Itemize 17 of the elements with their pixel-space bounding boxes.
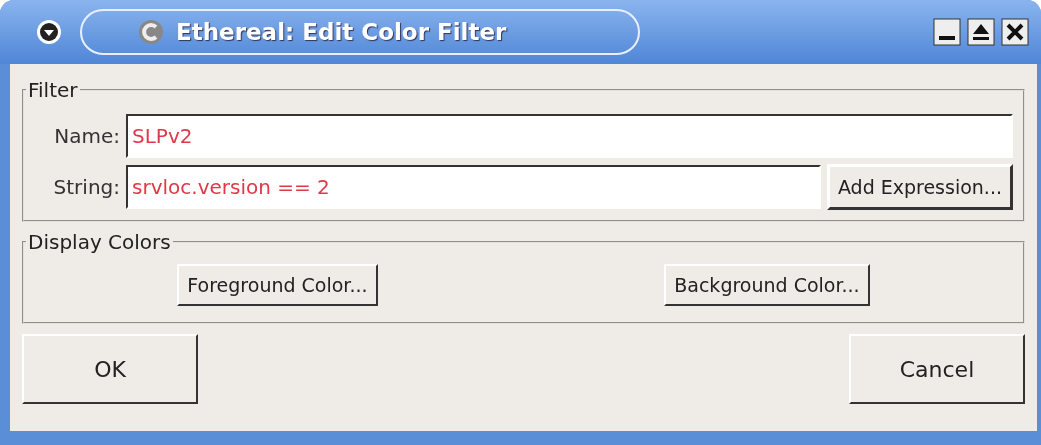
filter-string-field[interactable]: srvloc.version == 2 [126, 165, 821, 209]
name-field[interactable]: SLPv2 [126, 114, 1013, 158]
window-title: Ethereal: Edit Color Filter [176, 19, 507, 45]
field-label: Name: [53, 124, 120, 148]
color-button[interactable]: Foreground Color... [177, 264, 378, 306]
maximize-icon[interactable] [967, 18, 995, 46]
group-label: Display Colors [27, 230, 172, 254]
group-label: Filter [27, 78, 79, 102]
add-expression-button[interactable]: Add Expression... [826, 164, 1013, 210]
app-icon [138, 19, 164, 45]
close-icon[interactable] [1001, 18, 1029, 46]
color-button[interactable]: Background Color... [664, 264, 870, 306]
minimize-icon[interactable] [933, 18, 961, 46]
field-label: String: [52, 175, 120, 199]
cancel-button[interactable]: Cancel [849, 334, 1025, 404]
menu-icon[interactable] [36, 19, 62, 45]
ok-button[interactable]: OK [22, 334, 198, 404]
